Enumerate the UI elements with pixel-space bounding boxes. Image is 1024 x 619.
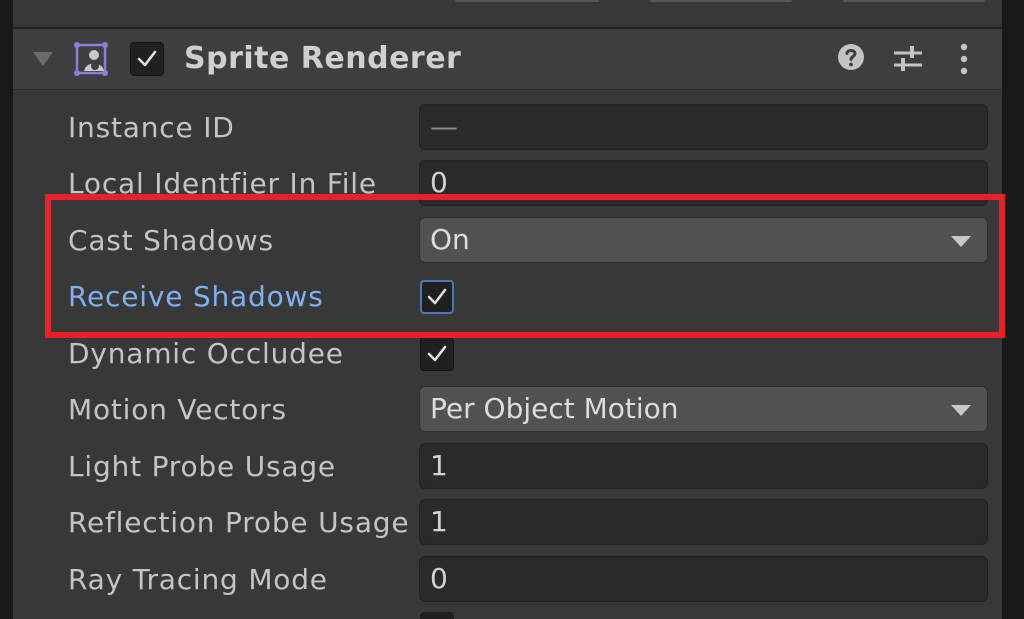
next-row-stub xyxy=(420,612,454,619)
component-title: Sprite Renderer xyxy=(184,41,462,76)
left-border xyxy=(0,0,13,619)
instance-id-label: Instance ID xyxy=(68,111,235,144)
dynamic-occludee-checkbox[interactable] xyxy=(420,337,454,371)
reflection-probe-usage-label: Reflection Probe Usage xyxy=(68,506,410,539)
local-identifier-field: 0 xyxy=(419,160,988,206)
dynamic-occludee-label: Dynamic Occludee xyxy=(68,337,344,370)
right-border xyxy=(1002,0,1024,619)
light-probe-usage-label: Light Probe Usage xyxy=(68,450,336,483)
sprite-renderer-icon xyxy=(73,41,109,77)
ray-tracing-mode-label: Ray Tracing Mode xyxy=(68,563,328,596)
motion-vectors-value: Per Object Motion xyxy=(430,392,679,425)
dropdown-arrow-icon xyxy=(951,405,971,416)
more-menu-icon[interactable] xyxy=(954,43,974,79)
dropdown-arrow-icon xyxy=(951,236,971,247)
cast-shadows-value: On xyxy=(430,223,470,256)
ray-tracing-mode-field[interactable]: 0 xyxy=(419,556,988,602)
previous-field-stub xyxy=(650,0,792,2)
local-identifier-label: Local Identfier In File xyxy=(68,167,377,200)
receive-shadows-label: Receive Shadows xyxy=(68,280,324,313)
cast-shadows-label: Cast Shadows xyxy=(68,224,274,257)
highlight-annotation xyxy=(45,194,1005,338)
inspector-panel: Sprite Renderer Instance ID — Local Iden… xyxy=(0,0,1024,619)
receive-shadows-checkbox[interactable] xyxy=(420,280,454,314)
previous-field-stub xyxy=(455,0,599,2)
instance-id-field: — xyxy=(419,104,988,150)
cast-shadows-dropdown[interactable]: On xyxy=(419,217,988,263)
preset-icon[interactable] xyxy=(892,43,924,79)
component-header[interactable]: Sprite Renderer xyxy=(13,29,1002,90)
foldout-arrow-icon[interactable] xyxy=(33,52,53,66)
light-probe-usage-field[interactable]: 1 xyxy=(419,443,988,489)
previous-field-stub xyxy=(843,0,985,2)
motion-vectors-dropdown[interactable]: Per Object Motion xyxy=(419,386,988,432)
component-enabled-checkbox[interactable] xyxy=(130,42,164,76)
reflection-probe-usage-field[interactable]: 1 xyxy=(419,499,988,545)
motion-vectors-label: Motion Vectors xyxy=(68,393,287,426)
help-icon[interactable] xyxy=(837,43,865,75)
